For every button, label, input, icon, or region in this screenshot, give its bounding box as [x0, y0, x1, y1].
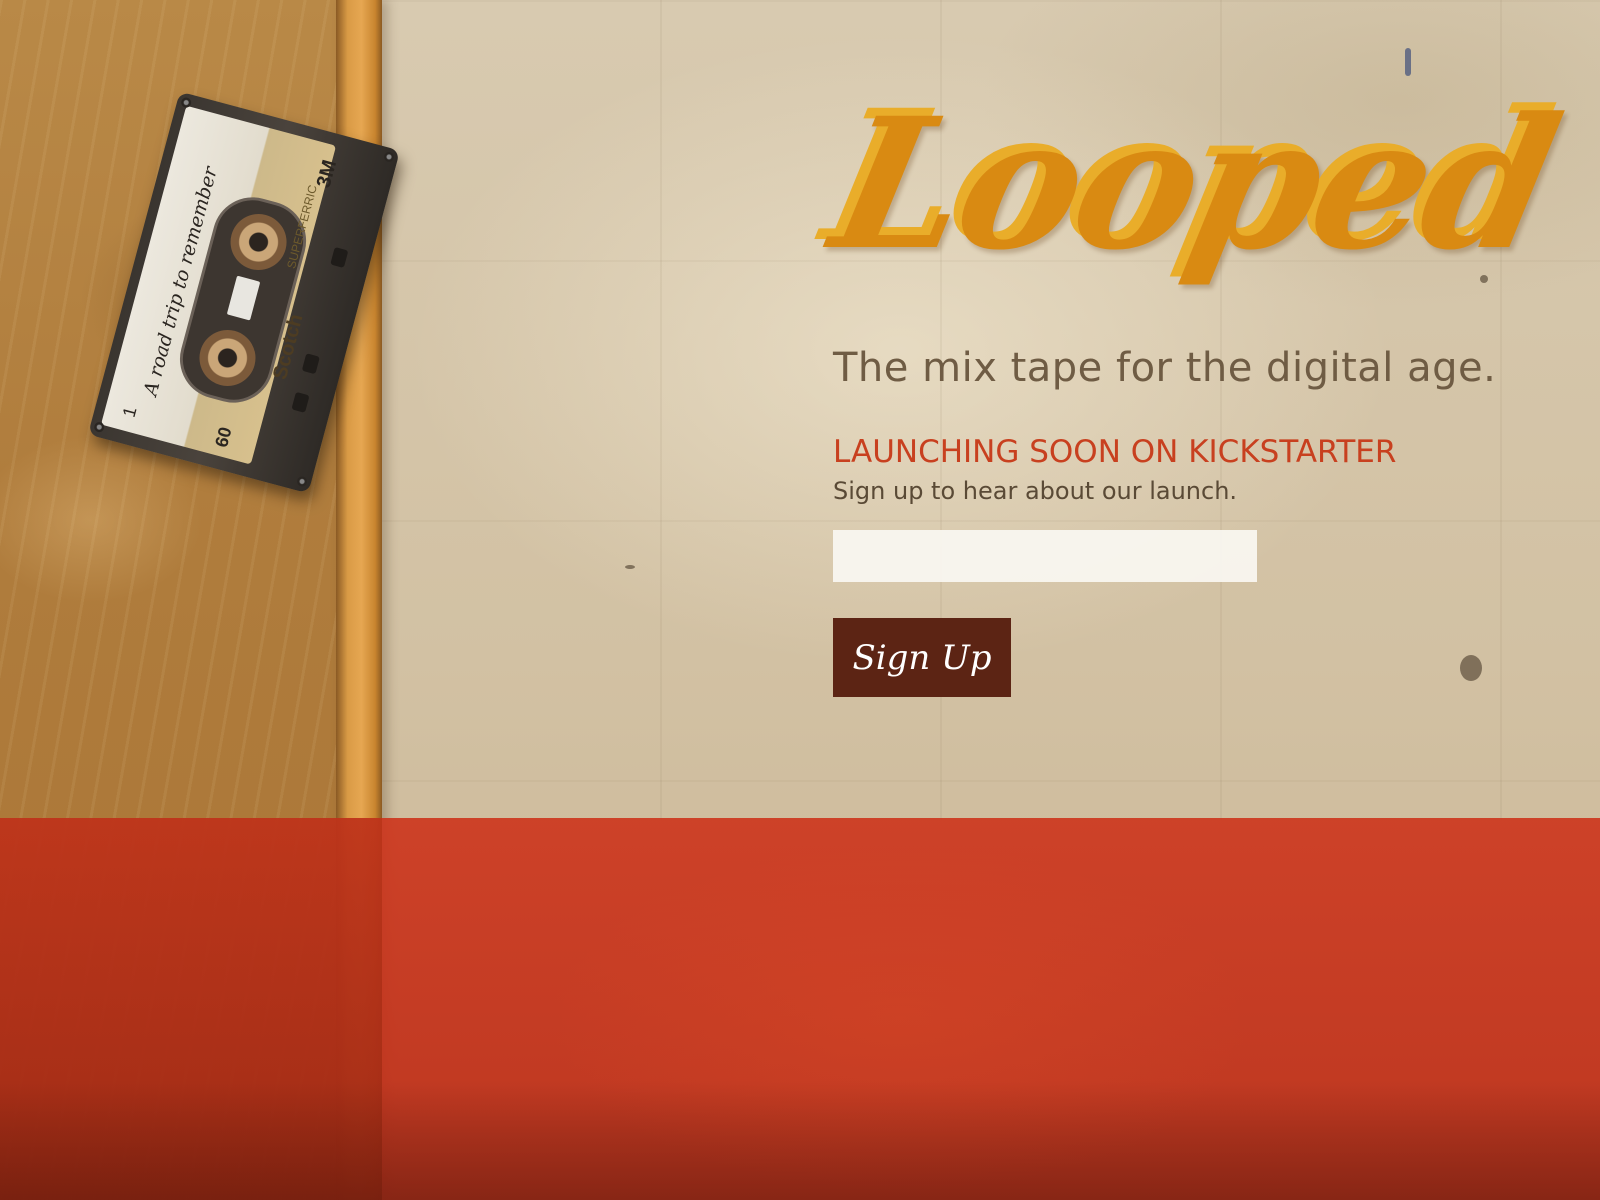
launch-heading: LAUNCHING SOON ON KICKSTARTER — [833, 434, 1397, 470]
cassette-screw — [382, 150, 396, 164]
bottom-shadow — [0, 1080, 1600, 1200]
signup-prompt: Sign up to hear about our launch. — [833, 477, 1238, 505]
cassette-window-clear — [226, 275, 261, 321]
cassette-tape-image: A road trip to remember 3M SUPERFERRIC S… — [87, 91, 401, 494]
floor-speck — [625, 565, 635, 569]
cassette-reel — [193, 323, 262, 393]
logo-text: Looped — [817, 79, 1572, 290]
floor-speck — [1460, 655, 1482, 681]
tagline: The mix tape for the digital age. — [833, 345, 1497, 391]
sign-up-button[interactable]: Sign Up — [833, 618, 1011, 697]
looped-logo: Looped — [818, 55, 1572, 345]
cassette-screw — [295, 475, 309, 488]
cassette-reel — [224, 207, 293, 277]
cassette-hole — [291, 391, 310, 413]
cassette-hole — [301, 353, 320, 375]
cassette-body: A road trip to remember 3M SUPERFERRIC S… — [87, 91, 401, 494]
cassette-hole — [330, 246, 349, 268]
email-input[interactable] — [833, 530, 1257, 582]
cassette-length: 60 — [211, 424, 236, 450]
